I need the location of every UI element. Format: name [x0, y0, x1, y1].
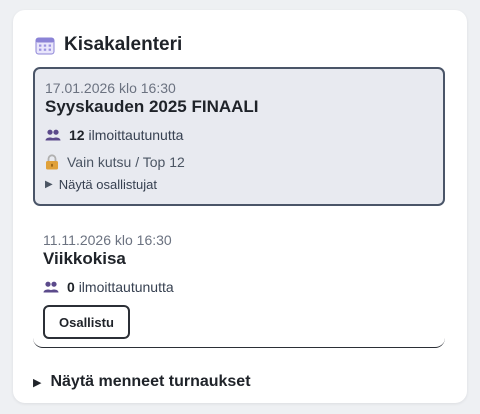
show-past-tournaments-toggle[interactable]: ▶ Näytä menneet turnaukset	[33, 373, 251, 391]
join-button[interactable]: Osallistu	[43, 305, 130, 339]
event-title: Syyskauden 2025 FINAALI	[45, 97, 259, 116]
users-icon	[45, 129, 61, 141]
event-title: Viikkokisa	[43, 249, 126, 268]
users-icon	[43, 281, 59, 293]
registered-label: ilmoittautunutta	[88, 127, 184, 143]
calendar-icon	[35, 37, 55, 54]
event-card-finaali[interactable]: 17.01.2026 klo 16:30 Syyskauden 2025 FIN…	[33, 67, 445, 206]
registered-count-row: 0 ilmoittautunutta	[43, 279, 435, 295]
show-participants-label: Näytä osallistujat	[58, 177, 157, 192]
event-card-viikkokisa[interactable]: 11.11.2026 klo 16:30 Viikkokisa 0 ilmoit…	[33, 230, 445, 348]
triangle-right-icon: ▶	[45, 179, 53, 190]
card-header: Kisakalenteri	[35, 34, 182, 56]
registered-count-row: 12 ilmoittautunutta	[45, 127, 433, 143]
lock-icon	[46, 154, 58, 170]
restriction-row: Vain kutsu / Top 12	[45, 154, 433, 170]
registered-count: 12	[69, 127, 85, 143]
restriction-text: Vain kutsu / Top 12	[67, 154, 185, 170]
event-date: 11.11.2026 klo 16:30	[43, 232, 172, 248]
calendar-card: Kisakalenteri 17.01.2026 klo 16:30 Syysk…	[13, 10, 467, 403]
show-participants-toggle[interactable]: ▶ Näytä osallistujat	[45, 177, 433, 192]
registered-label: ilmoittautunutta	[78, 279, 174, 295]
show-past-label: Näytä menneet turnaukset	[50, 373, 251, 390]
event-date: 17.01.2026 klo 16:30	[45, 80, 176, 96]
registered-count: 0	[67, 279, 75, 295]
page-title: Kisakalenteri	[64, 34, 183, 55]
triangle-right-icon: ▶	[33, 376, 42, 389]
